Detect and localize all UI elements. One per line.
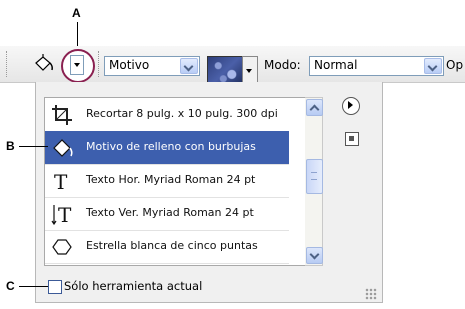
tool-preset-item[interactable]: T Texto Ver. Myriad Roman 24 pt — [45, 197, 289, 231]
chevron-down-icon[interactable] — [180, 58, 198, 74]
options-bar: Motivo Modo: Normal Op — [0, 46, 465, 87]
svg-text:T: T — [54, 170, 68, 192]
tool-preset-dropdown-button[interactable] — [70, 55, 84, 75]
chevron-down-icon — [246, 69, 252, 73]
tool-preset-label: Recortar 8 pulg. x 10 pulg. 300 dpi — [86, 107, 278, 120]
tool-preset-item[interactable]: Recortar 8 pulg. x 10 pulg. 300 dpi — [45, 98, 289, 132]
new-preset-icon[interactable] — [345, 132, 359, 146]
fill-source-value: Motivo — [109, 58, 150, 72]
polygon-icon — [51, 236, 73, 258]
options-bar-separator — [98, 51, 103, 77]
svg-text:T: T — [58, 203, 72, 225]
scroll-thumb[interactable] — [306, 159, 323, 194]
callout-c-line — [19, 286, 48, 287]
tool-preset-item[interactable]: T Texto Hor. Myriad Roman 24 pt — [45, 164, 289, 198]
callout-b-line — [19, 146, 48, 147]
horizontal-type-icon: T — [51, 170, 73, 194]
paint-bucket-icon — [51, 137, 73, 159]
callout-b: B — [6, 139, 15, 153]
tool-preset-item[interactable]: Estrella blanca de cinco puntas — [45, 230, 289, 264]
tool-preset-label: Texto Ver. Myriad Roman 24 pt — [86, 206, 254, 219]
resize-grip[interactable] — [365, 288, 377, 300]
tool-preset-item-partial[interactable] — [45, 263, 289, 265]
current-tool-only-label: Sólo herramienta actual — [64, 279, 203, 293]
fill-source-select[interactable]: Motivo — [104, 56, 200, 76]
current-tool-only-checkbox[interactable] — [48, 280, 62, 294]
chevron-down-icon — [74, 63, 80, 67]
callout-a: A — [72, 6, 81, 20]
panel-menu-icon[interactable] — [342, 97, 360, 115]
preset-list-scrollbar[interactable] — [305, 97, 323, 266]
mode-select[interactable]: Normal — [309, 56, 444, 76]
callout-c: C — [6, 279, 15, 293]
tool-preset-picker[interactable] — [61, 49, 95, 83]
tool-preset-label: Texto Hor. Myriad Roman 24 pt — [86, 173, 256, 186]
chevron-down-icon — [309, 249, 320, 260]
tool-preset-list: Recortar 8 pulg. x 10 pulg. 300 dpi Moti… — [44, 97, 307, 266]
chevron-up-icon — [309, 104, 320, 115]
crop-icon — [51, 104, 73, 126]
mode-value: Normal — [314, 58, 358, 72]
chevron-down-icon[interactable] — [424, 58, 442, 74]
scroll-down-button[interactable] — [306, 247, 323, 264]
mode-label: Modo: — [264, 58, 301, 72]
paint-bucket-tool-icon[interactable] — [33, 54, 55, 74]
scroll-up-button[interactable] — [306, 99, 323, 116]
tool-preset-label: Motivo de relleno con burbujas — [86, 140, 256, 153]
opacity-label: Op — [446, 58, 464, 72]
tool-preset-label: Estrella blanca de cinco puntas — [86, 239, 258, 252]
options-bar-grip[interactable] — [6, 51, 11, 77]
vertical-type-icon: T — [51, 203, 73, 227]
tool-preset-item-selected[interactable]: Motivo de relleno con burbujas — [45, 131, 289, 165]
